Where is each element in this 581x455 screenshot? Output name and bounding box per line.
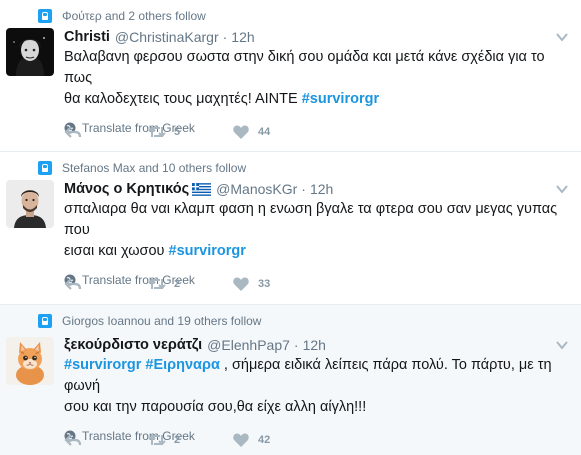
avatar[interactable] — [6, 337, 54, 385]
retweet-button[interactable]: 2 — [148, 275, 232, 293]
avatar[interactable] — [6, 28, 54, 76]
retweet-count: 5 — [174, 126, 181, 138]
hashtag-link[interactable]: #Ειρηναρα — [145, 357, 219, 373]
retweet-button[interactable]: 5 — [148, 123, 232, 141]
social-context-text: Φούτερ and 2 others follow — [62, 9, 206, 23]
like-count: 44 — [258, 126, 271, 138]
timestamp[interactable]: 12h — [231, 29, 254, 45]
reply-button[interactable] — [64, 431, 148, 449]
reply-button[interactable] — [64, 123, 148, 141]
hashtag-link[interactable]: #survirorgr — [302, 91, 379, 107]
retweet-icon — [148, 278, 166, 290]
display-name[interactable]: ξεκούρδιστο νεράτζι — [64, 337, 202, 353]
avatar[interactable] — [6, 180, 54, 228]
like-button[interactable]: 44 — [232, 123, 316, 141]
hashtag-link[interactable]: #survirorgr — [64, 357, 141, 373]
hashtag-link[interactable]: #survirorgr — [169, 243, 246, 259]
tweet-text-part: θα καλοδεχτεις τους μαχητές! ΑΙΝΤΕ — [64, 91, 302, 107]
chevron-down-icon[interactable] — [555, 30, 569, 44]
username[interactable]: @ManosKGr — [216, 181, 297, 197]
social-context-text: Stefanos Max and 10 others follow — [62, 161, 247, 175]
retweet-count: 2 — [174, 278, 181, 290]
retweet-button[interactable]: 2 — [148, 431, 232, 449]
like-count: 42 — [258, 434, 271, 446]
social-context-text: Giorgos Ioannou and 19 others follow — [62, 314, 262, 328]
tweet-text-line: σπαλιαρα θα ναι κλαμπ φαση η ενωση βγαλε… — [64, 201, 558, 238]
like-button[interactable]: 33 — [232, 275, 316, 293]
timestamp[interactable]: 12h — [310, 181, 333, 197]
reply-icon — [64, 434, 82, 446]
tweet[interactable]: Giorgos Ioannou and 19 others follow ξεκ… — [0, 305, 581, 455]
tweet-text-part: εισαι και χωσου — [64, 243, 169, 259]
tweet[interactable]: Stefanos Max and 10 others follow Μάνος … — [0, 152, 581, 305]
follow-context-icon — [38, 9, 52, 23]
tweet-text: σπαλιαρα θα ναι κλαμπ φαση η ενωση βγαλε… — [64, 199, 569, 262]
tweet-text-line: εισαι και χωσου #survirorgr — [64, 241, 569, 262]
separator-dot: · — [301, 181, 306, 197]
follow-context-icon — [38, 161, 52, 175]
heart-icon — [233, 125, 249, 139]
separator-dot: · — [222, 29, 228, 45]
reply-icon — [64, 126, 82, 138]
separator-dot: · — [293, 337, 299, 353]
greece-flag-icon — [192, 182, 212, 196]
tweet-text-line: θα καλοδεχτεις τους μαχητές! ΑΙΝΤΕ #surv… — [64, 89, 569, 110]
like-count: 33 — [258, 278, 271, 290]
retweet-count: 2 — [174, 434, 181, 446]
username[interactable]: @ChristinaKargr — [115, 29, 219, 45]
tweet-text-line: σου και την παρουσία σου,θα είχε αλλη αί… — [64, 399, 367, 415]
social-context: Stefanos Max and 10 others follow — [38, 160, 246, 176]
follow-context-icon — [38, 314, 52, 328]
chevron-down-icon[interactable] — [555, 182, 569, 196]
tweet-text-line: Βαλαβανη φερσου σωστα στην δική σου ομάδ… — [64, 49, 545, 86]
tweet-text-line: #survirorgr #Ειρηναρα , σήμερα ειδικά λε… — [64, 355, 569, 397]
display-name[interactable]: Μάνος ο Κρητικός — [64, 181, 189, 197]
retweet-icon — [148, 126, 166, 138]
tweet-text: #survirorgr #Ειρηναρα , σήμερα ειδικά λε… — [64, 355, 569, 418]
reply-button[interactable] — [64, 275, 148, 293]
tweet-text: Βαλαβανη φερσου σωστα στην δική σου ομάδ… — [64, 47, 569, 110]
heart-icon — [233, 277, 249, 291]
chevron-down-icon[interactable] — [555, 338, 569, 352]
like-button[interactable]: 42 — [232, 431, 316, 449]
retweet-icon — [148, 434, 166, 446]
tweet[interactable]: Φούτερ and 2 others follow Christi @Chri… — [0, 0, 581, 152]
reply-icon — [64, 278, 82, 290]
username[interactable]: @ElenhPap7 — [207, 337, 290, 353]
timestamp[interactable]: 12h — [303, 337, 326, 353]
social-context: Giorgos Ioannou and 19 others follow — [38, 313, 261, 329]
display-name[interactable]: Christi — [64, 29, 110, 45]
heart-icon — [233, 433, 249, 447]
social-context: Φούτερ and 2 others follow — [38, 8, 206, 24]
